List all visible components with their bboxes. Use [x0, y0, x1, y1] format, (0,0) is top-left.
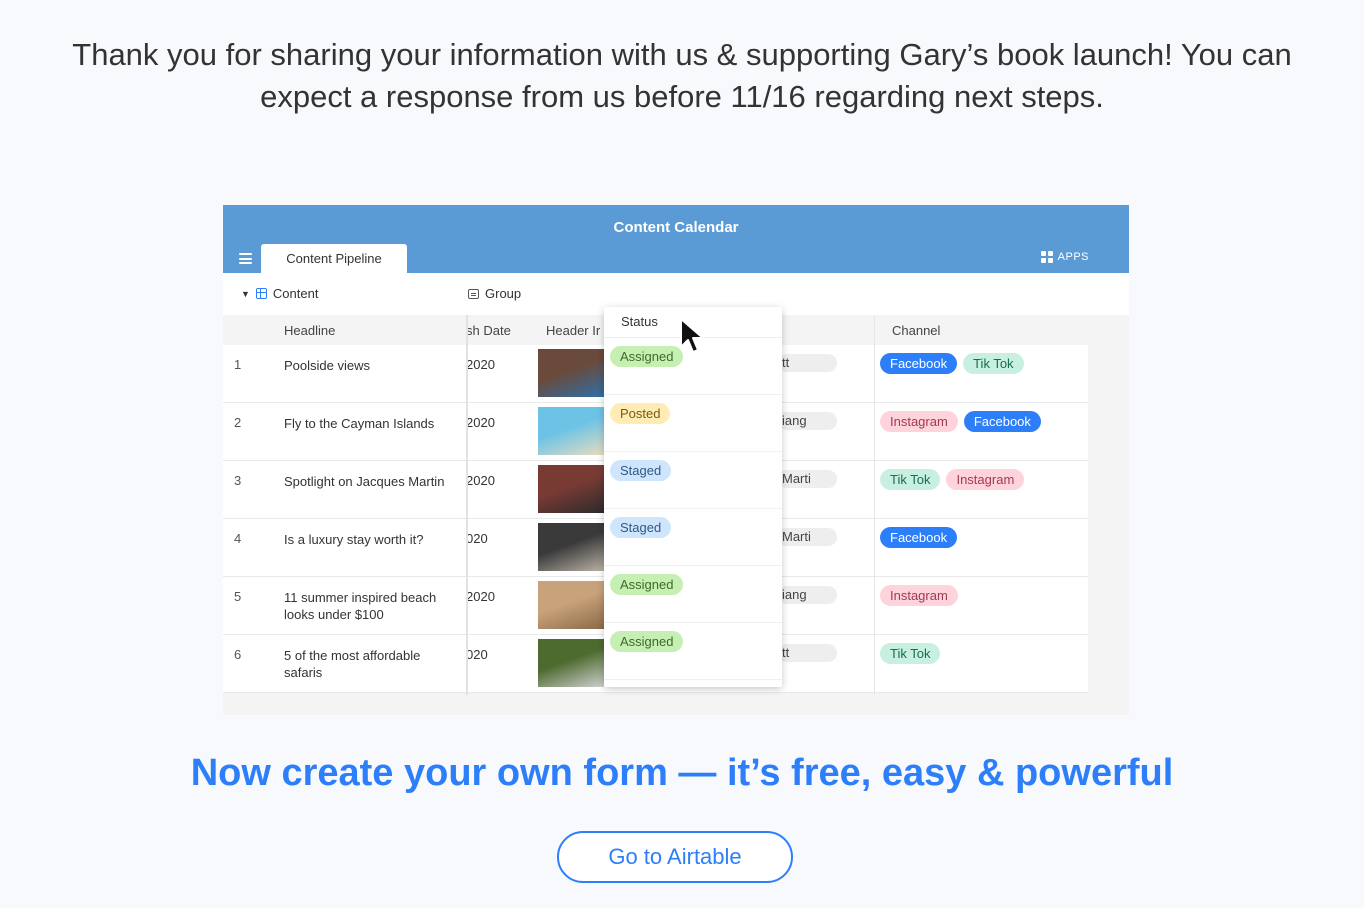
- header-image-thumbnail: [538, 349, 604, 397]
- channel-tags: Facebook Tik Tok: [880, 353, 1024, 374]
- status-cell: Assigned: [604, 623, 782, 680]
- apps-label: APPS: [1057, 251, 1089, 263]
- row-number: 2: [234, 415, 242, 430]
- row-headline: Spotlight on Jacques Martin: [284, 474, 445, 489]
- channel-tags: Tik Tok: [880, 643, 941, 664]
- status-cell: Posted: [604, 395, 782, 452]
- row-headline: Is a luxury stay worth it?: [284, 532, 424, 547]
- frozen-column-divider: [466, 315, 468, 695]
- grid-right-gutter: [1088, 315, 1129, 695]
- row-person: Marti: [778, 470, 837, 488]
- row-person: iang: [778, 586, 837, 604]
- header-image-thumbnail: [538, 465, 604, 513]
- column-header-channel: Channel: [892, 323, 941, 338]
- status-tag: Staged: [610, 517, 672, 538]
- apps-button: APPS: [1040, 251, 1089, 263]
- group-control: Group: [468, 286, 521, 301]
- row-date: 2020: [466, 357, 495, 372]
- row-person: iang: [778, 412, 837, 430]
- status-cell: Staged: [604, 509, 782, 566]
- header-image-thumbnail: [538, 581, 604, 629]
- column-header-date: sh Date: [466, 323, 511, 338]
- channel-tag: Instagram: [880, 585, 958, 606]
- status-column-popover: Status Assigned Posted Staged Staged Assigne…: [604, 307, 782, 687]
- group-label: Group: [485, 286, 522, 301]
- status-cell: Assigned: [604, 566, 782, 623]
- row-person: tt: [778, 644, 837, 662]
- status-tag: Assigned: [610, 631, 684, 652]
- header-image-thumbnail: [538, 523, 604, 571]
- row-number: 4: [234, 531, 242, 546]
- content-calendar-preview: Content Calendar Content Pipeline APPS ▼…: [223, 205, 1129, 715]
- thank-you-line-1: Thank you for sharing your information w…: [72, 37, 1292, 72]
- channel-tag: Facebook: [880, 527, 958, 548]
- table-switcher: ▼ Content: [241, 286, 318, 301]
- thank-you-line-2: expect a response from us before 11/16 r…: [260, 79, 1104, 114]
- tab-content-pipeline: Content Pipeline: [261, 244, 407, 273]
- header-image-thumbnail: [538, 407, 604, 455]
- channel-tag: Tik Tok: [880, 469, 941, 490]
- channel-tag: Facebook: [963, 411, 1041, 432]
- row-headline: Poolside views: [284, 358, 370, 373]
- channel-tag: Tik Tok: [880, 643, 941, 664]
- status-tag: Posted: [610, 403, 671, 424]
- row-headline: Fly to the Cayman Islands: [284, 416, 435, 431]
- channel-tags: Instagram: [880, 585, 958, 606]
- status-cell: Staged: [604, 452, 782, 509]
- column-header-image: Header Ir: [546, 323, 601, 338]
- row-headline: 11 summer inspired beach looks under $10…: [284, 590, 437, 622]
- caret-down-icon: ▼: [241, 288, 250, 299]
- channel-tag: Tik Tok: [963, 353, 1024, 374]
- status-list: Assigned Posted Staged Staged Assigned Assign…: [604, 338, 782, 680]
- row-date: 020: [466, 647, 488, 662]
- row-date: 2020: [466, 589, 495, 604]
- table-name: Content: [272, 286, 319, 301]
- row-date: 020: [466, 531, 488, 546]
- apps-grid-icon: [1040, 251, 1053, 263]
- channel-tags: Instagram Facebook: [880, 411, 1041, 432]
- column-header-headline: Headline: [284, 323, 336, 338]
- go-to-airtable-button[interactable]: Go to Airtable: [557, 831, 793, 883]
- row-date: 2020: [466, 415, 495, 430]
- channel-tag: Instagram: [946, 469, 1025, 490]
- row-person: Marti: [778, 528, 837, 546]
- grid-view-icon: [255, 288, 267, 299]
- channel-tag: Instagram: [880, 411, 958, 432]
- mouse-cursor-icon: [680, 318, 704, 353]
- row-number: 1: [234, 357, 242, 372]
- channel-tags: Facebook: [880, 527, 958, 548]
- app-header: Content Calendar Content Pipeline APPS: [223, 205, 1129, 273]
- channel-tag: Facebook: [880, 353, 958, 374]
- row-number: 5: [234, 589, 242, 604]
- hamburger-menu-icon: [239, 253, 252, 264]
- group-icon: [468, 288, 479, 299]
- row-date: 2020: [466, 473, 495, 488]
- status-tag: Assigned: [610, 574, 684, 595]
- header-image-thumbnail: [538, 639, 604, 687]
- row-number: 6: [234, 647, 242, 662]
- row-headline: 5 of the most affordable safaris: [284, 648, 421, 680]
- row-person: tt: [778, 354, 837, 372]
- channel-tags: Tik Tok Instagram: [880, 469, 1025, 490]
- status-tag: Assigned: [610, 346, 684, 367]
- channel-column-divider: [874, 315, 875, 695]
- app-title: Content Calendar: [613, 219, 739, 236]
- status-tag: Staged: [610, 460, 672, 481]
- create-form-headline: Now create your own form — it’s free, ea…: [190, 752, 1174, 794]
- thank-you-message: Thank you for sharing your information w…: [0, 34, 1364, 118]
- row-number: 3: [234, 473, 242, 488]
